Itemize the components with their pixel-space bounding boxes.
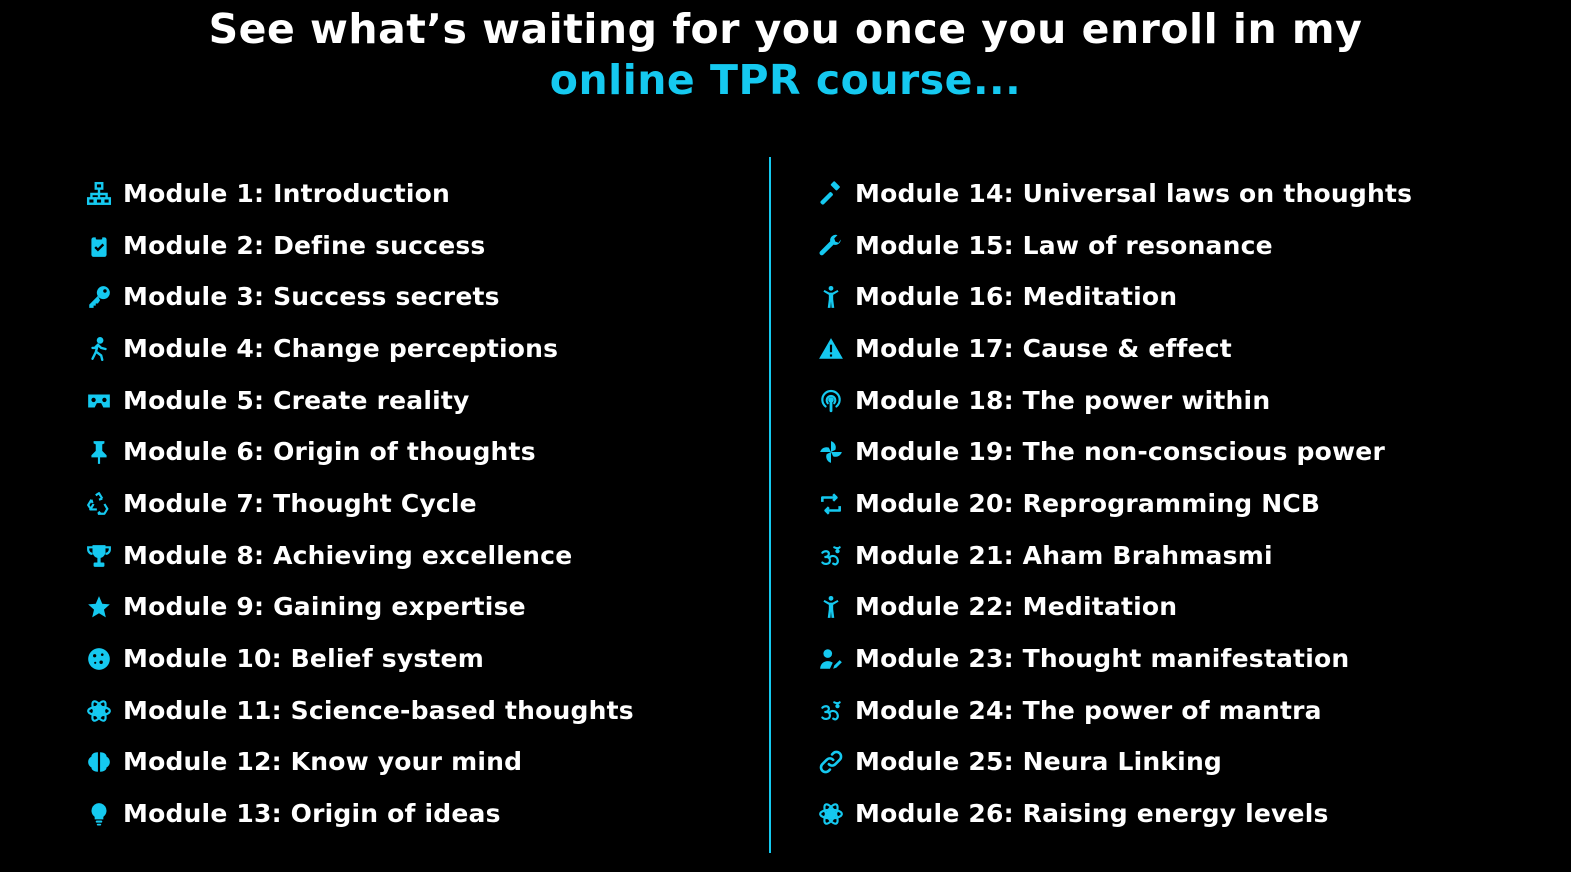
trophy-icon (82, 542, 116, 570)
module-label: Module 12: Know your mind (123, 747, 523, 777)
module-item: Module 17: Cause & effect (814, 323, 1412, 375)
module-item: Module 3: Success secrets (82, 271, 634, 323)
brain-icon (82, 748, 116, 776)
module-item: Module 1: Introduction (82, 168, 634, 220)
podcast-icon (814, 387, 848, 415)
module-item: Module 4: Change perceptions (82, 323, 634, 375)
module-item: Module 7: Thought Cycle (82, 478, 634, 530)
module-label: Module 16: Meditation (855, 282, 1178, 312)
module-label: Module 8: Achieving excellence (123, 540, 573, 570)
module-item: Module 10: Belief system (82, 633, 634, 685)
module-item: Module 13: Origin of ideas (82, 788, 634, 840)
om-icon (814, 542, 848, 570)
thumbtack-icon (82, 438, 116, 466)
module-label: Module 11: Science-based thoughts (123, 695, 634, 725)
module-label: Module 18: The power within (855, 385, 1271, 415)
module-label: Module 9: Gaining expertise (123, 592, 526, 622)
module-item: Module 19: The non-conscious power (814, 426, 1412, 478)
module-label: Module 25: Neura Linking (855, 747, 1223, 777)
walking-icon (82, 335, 116, 363)
headline-line-2-highlight: online TPR course... (549, 56, 1022, 104)
warning-icon (814, 335, 848, 363)
wrench-icon (814, 232, 848, 260)
module-item: Module 9: Gaining expertise (82, 582, 634, 634)
vr-headset-icon (82, 387, 116, 415)
page-headline: See what’s waiting for you once you enro… (0, 4, 1571, 106)
module-label: Module 19: The non-conscious power (855, 437, 1385, 467)
module-list-left: Module 1: Introduction Module 2: Define s… (82, 168, 634, 840)
module-label: Module 22: Meditation (855, 592, 1178, 622)
module-label: Module 20: Reprogramming NCB (855, 488, 1321, 518)
meditation-person-icon (814, 593, 848, 621)
module-label: Module 3: Success secrets (123, 282, 500, 312)
module-item: Module 21: Aham Brahmasmi (814, 530, 1412, 582)
module-label: Module 2: Define success (123, 230, 486, 260)
module-item: Module 15: Law of resonance (814, 220, 1412, 272)
user-edit-icon (814, 645, 848, 673)
module-label: Module 23: Thought manifestation (855, 644, 1350, 674)
module-label: Module 5: Create reality (123, 385, 470, 415)
key-icon (82, 283, 116, 311)
module-label: Module 21: Aham Brahmasmi (855, 540, 1273, 570)
om-icon (814, 697, 848, 725)
meditation-person-icon (814, 283, 848, 311)
module-label: Module 14: Universal laws on thoughts (855, 178, 1413, 208)
module-item: Module 23: Thought manifestation (814, 633, 1412, 685)
module-label: Module 10: Belief system (123, 644, 484, 674)
module-label: Module 13: Origin of ideas (123, 799, 501, 829)
module-item: Module 8: Achieving excellence (82, 530, 634, 582)
module-label: Module 4: Change perceptions (123, 333, 559, 363)
module-item: Module 2: Define success (82, 220, 634, 272)
module-item: Module 12: Know your mind (82, 737, 634, 789)
module-label: Module 7: Thought Cycle (123, 488, 477, 518)
module-item: Module 20: Reprogramming NCB (814, 478, 1412, 530)
clipboard-check-icon (82, 232, 116, 260)
cookie-icon (82, 645, 116, 673)
atom-gear-icon (82, 697, 116, 725)
module-list-right: Module 14: Universal laws on thoughts Mod… (814, 168, 1412, 840)
module-label: Module 24: The power of mantra (855, 695, 1322, 725)
module-item: Module 26: Raising energy levels (814, 788, 1412, 840)
module-label: Module 1: Introduction (123, 178, 451, 208)
module-label: Module 26: Raising energy levels (855, 799, 1329, 829)
module-label: Module 6: Origin of thoughts (123, 437, 536, 467)
module-item: Module 14: Universal laws on thoughts (814, 168, 1412, 220)
recycle-icon (82, 490, 116, 518)
lightbulb-icon (82, 800, 116, 828)
atom-gear-icon (814, 800, 848, 828)
module-label: Module 15: Law of resonance (855, 230, 1273, 260)
retweet-icon (814, 490, 848, 518)
module-item: Module 6: Origin of thoughts (82, 426, 634, 478)
sitemap-icon (82, 180, 116, 208)
module-item: Module 24: The power of mantra (814, 685, 1412, 737)
module-item: Module 11: Science-based thoughts (82, 685, 634, 737)
pinwheel-icon (814, 438, 848, 466)
module-item: Module 5: Create reality (82, 375, 634, 427)
gavel-icon (814, 180, 848, 208)
module-item: Module 16: Meditation (814, 271, 1412, 323)
link-icon (814, 748, 848, 776)
module-item: Module 18: The power within (814, 375, 1412, 427)
module-item: Module 22: Meditation (814, 582, 1412, 634)
module-label: Module 17: Cause & effect (855, 333, 1232, 363)
headline-line-1: See what’s waiting for you once you enro… (208, 5, 1363, 53)
star-icon (82, 593, 116, 621)
column-divider (769, 157, 771, 853)
module-item: Module 25: Neura Linking (814, 737, 1412, 789)
